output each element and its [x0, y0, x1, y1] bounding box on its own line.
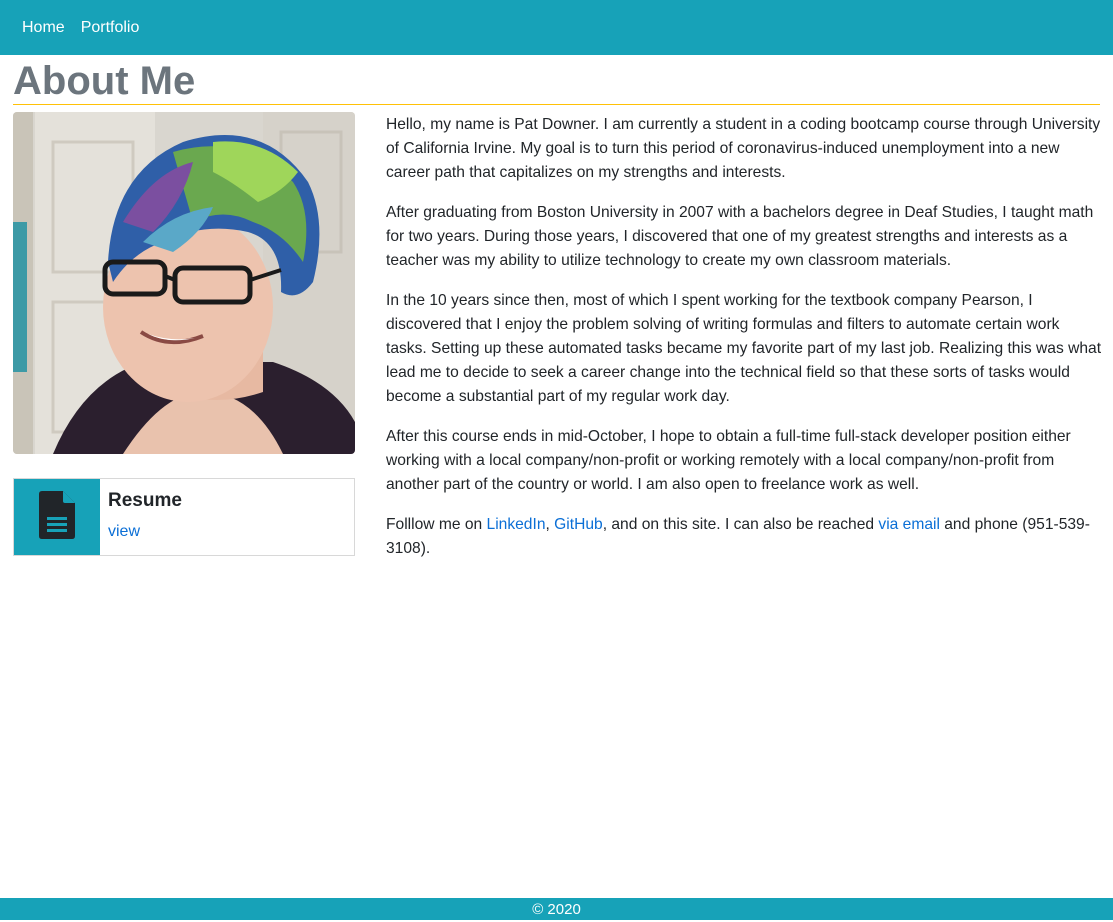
about-paragraph-3: In the 10 years since then, most of whic…: [386, 292, 1102, 405]
nav-portfolio-link[interactable]: Portfolio: [81, 18, 140, 38]
contact-prefix: Folllow me on: [386, 516, 487, 533]
resume-title: Resume: [108, 490, 182, 511]
footer-copyright: © 2020: [532, 901, 581, 918]
about-paragraph-2: After graduating from Boston University …: [386, 204, 1094, 269]
email-link[interactable]: via email: [878, 516, 940, 533]
contact-separator: ,: [545, 516, 555, 533]
about-paragraph-5: Folllow me on LinkedIn, GitHub, and on t…: [386, 513, 1102, 561]
navbar: Home Portfolio: [0, 0, 1113, 55]
about-text: Hello, my name is Pat Downer. I am curre…: [386, 113, 1102, 577]
footer: © 2020: [0, 898, 1113, 920]
resume-card: Resume view: [13, 478, 355, 556]
about-paragraph-4: After this course ends in mid-October, I…: [386, 428, 1071, 493]
document-icon: [39, 490, 75, 544]
resume-view-link[interactable]: view: [108, 523, 140, 541]
contact-middle: , and on this site. I can also be reache…: [602, 516, 879, 533]
nav-home-link[interactable]: Home: [22, 18, 65, 38]
page-title: About Me: [13, 58, 1100, 105]
resume-body: Resume view: [100, 479, 182, 555]
github-link[interactable]: GitHub: [554, 516, 603, 533]
about-paragraph-1: Hello, my name is Pat Downer. I am curre…: [386, 116, 1101, 181]
linkedin-link[interactable]: LinkedIn: [487, 516, 546, 533]
profile-photo: [13, 112, 355, 454]
resume-icon-box: [14, 479, 100, 555]
